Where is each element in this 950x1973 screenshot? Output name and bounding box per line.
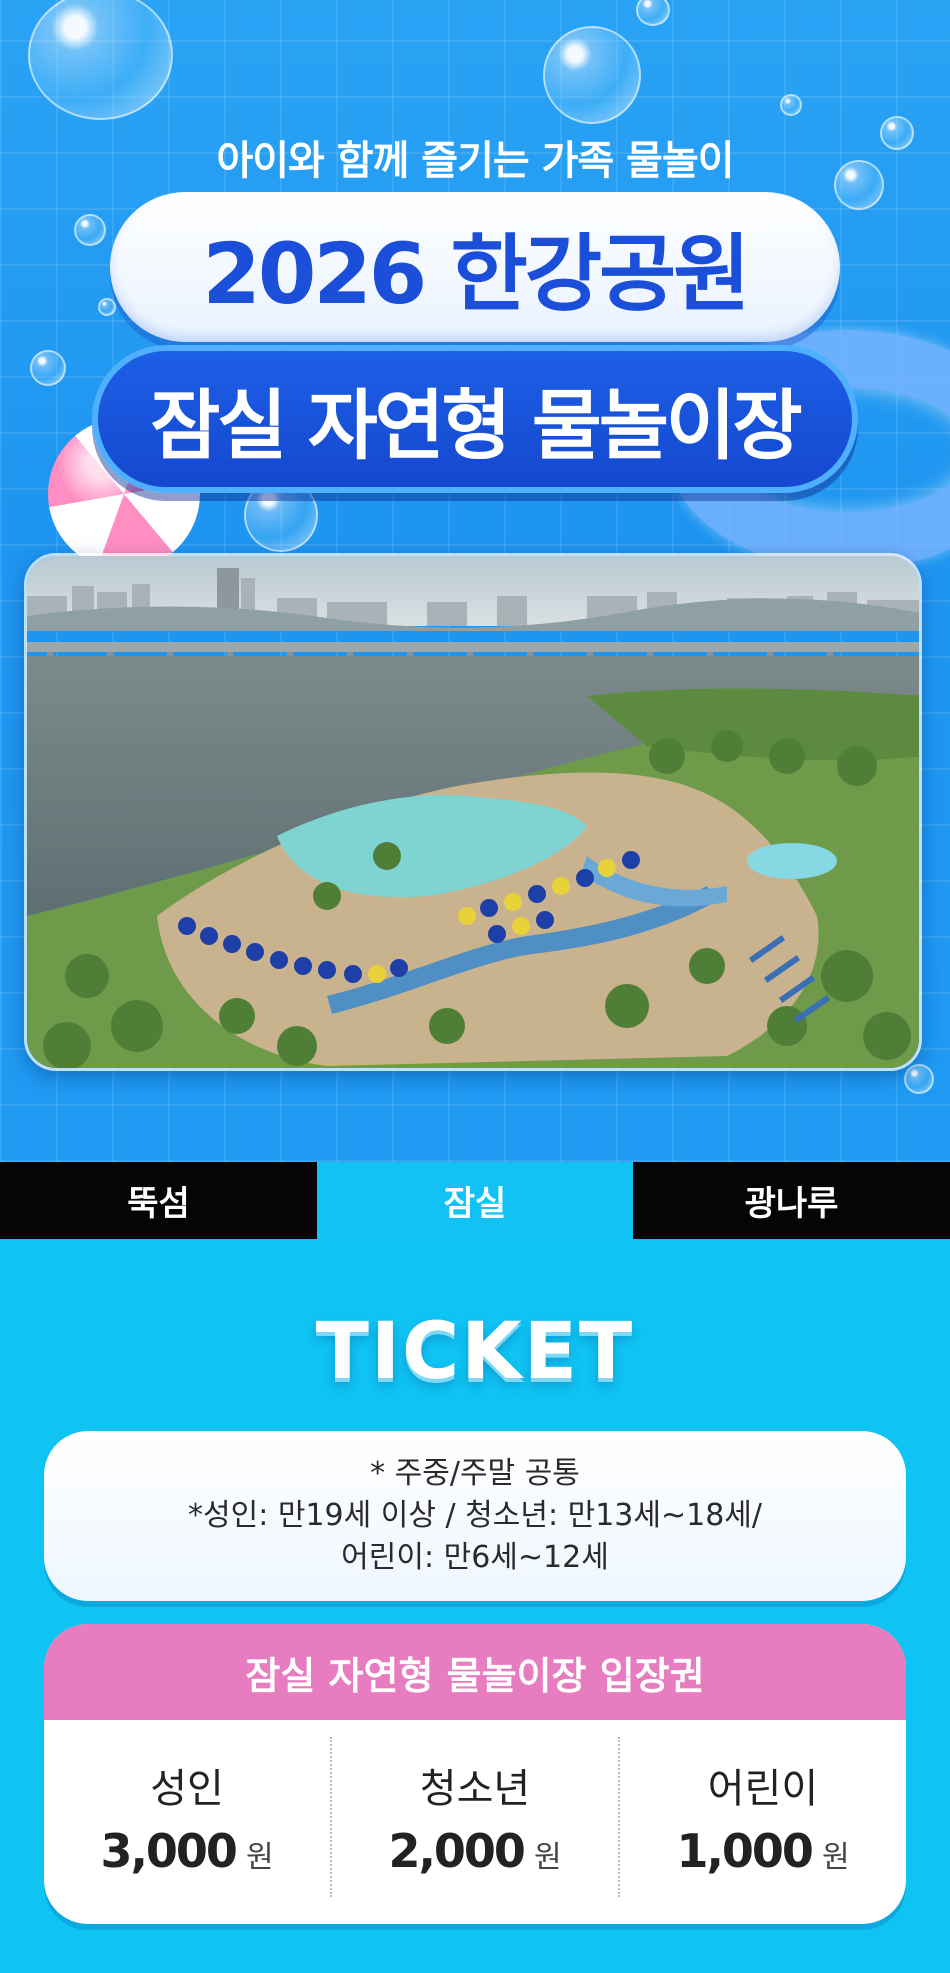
title-pill-secondary: 잠실 자연형 물놀이장 xyxy=(92,345,858,493)
tab-gwangnaru[interactable]: 광나루 xyxy=(633,1162,950,1239)
price-adult: 성인 3,000 원 xyxy=(44,1737,332,1897)
bubble-decoration xyxy=(904,1064,934,1094)
price-unit: 원 xyxy=(533,1840,562,1875)
ticket-section: TICKET * 주중/주말 공통 *성인: 만19세 이상 / 청소년: 만1… xyxy=(0,1239,950,1973)
water-park-photo xyxy=(24,553,922,1071)
price-unit: 원 xyxy=(821,1840,850,1875)
price-unit: 원 xyxy=(245,1840,274,1875)
price-line: 3,000 원 xyxy=(100,1824,273,1878)
location-tabs: 뚝섬 잠실 광나루 xyxy=(0,1162,950,1239)
hero-title-line1: 2026 한강공원 xyxy=(202,224,750,323)
hero-subtitle: 아이와 함께 즐기는 가족 물놀이 xyxy=(216,138,734,184)
bubble-decoration xyxy=(98,298,116,316)
price-line: 2,000 원 xyxy=(388,1824,561,1878)
hero-title-line2: 잠실 자연형 물놀이장 xyxy=(150,381,802,470)
bubble-decoration xyxy=(30,350,66,386)
bubble-decoration xyxy=(74,214,106,246)
water-park-illustration xyxy=(27,556,919,1068)
price-card-title: 잠실 자연형 물놀이장 입장권 xyxy=(44,1624,906,1720)
tab-ttukseom[interactable]: 뚝섬 xyxy=(0,1162,317,1239)
ticket-notice-box: * 주중/주말 공통 *성인: 만19세 이상 / 청소년: 만13세~18세/… xyxy=(44,1431,906,1601)
bubble-decoration xyxy=(636,0,670,26)
notice-line: * 주중/주말 공통 xyxy=(370,1456,580,1491)
price-category: 어린이 xyxy=(707,1766,819,1812)
price-card: 잠실 자연형 물놀이장 입장권 성인 3,000 원 청소년 2,000 원 어… xyxy=(44,1624,906,1924)
price-line: 1,000 원 xyxy=(676,1824,849,1878)
bubble-decoration xyxy=(780,94,802,116)
bubble-decoration xyxy=(543,26,641,124)
price-category: 성인 xyxy=(150,1766,224,1812)
title-pill-primary: 2026 한강공원 xyxy=(110,192,840,342)
ticket-heading: TICKET xyxy=(315,1307,635,1397)
price-columns: 성인 3,000 원 청소년 2,000 원 어린이 1,000 원 xyxy=(44,1720,906,1924)
price-amount: 1,000 xyxy=(676,1824,814,1878)
price-youth: 청소년 2,000 원 xyxy=(332,1737,620,1897)
price-amount: 3,000 xyxy=(100,1824,238,1878)
notice-line: 어린이: 만6세~12세 xyxy=(341,1540,609,1575)
tab-jamsil[interactable]: 잠실 xyxy=(317,1162,633,1239)
price-child: 어린이 1,000 원 xyxy=(620,1737,906,1897)
notice-line: *성인: 만19세 이상 / 청소년: 만13세~18세/ xyxy=(188,1498,762,1533)
price-amount: 2,000 xyxy=(388,1824,526,1878)
hero-banner: 아이와 함께 즐기는 가족 물놀이 2026 한강공원 잠실 자연형 물놀이장 xyxy=(0,0,950,1162)
bubble-decoration xyxy=(28,0,173,120)
price-category: 청소년 xyxy=(419,1766,531,1812)
